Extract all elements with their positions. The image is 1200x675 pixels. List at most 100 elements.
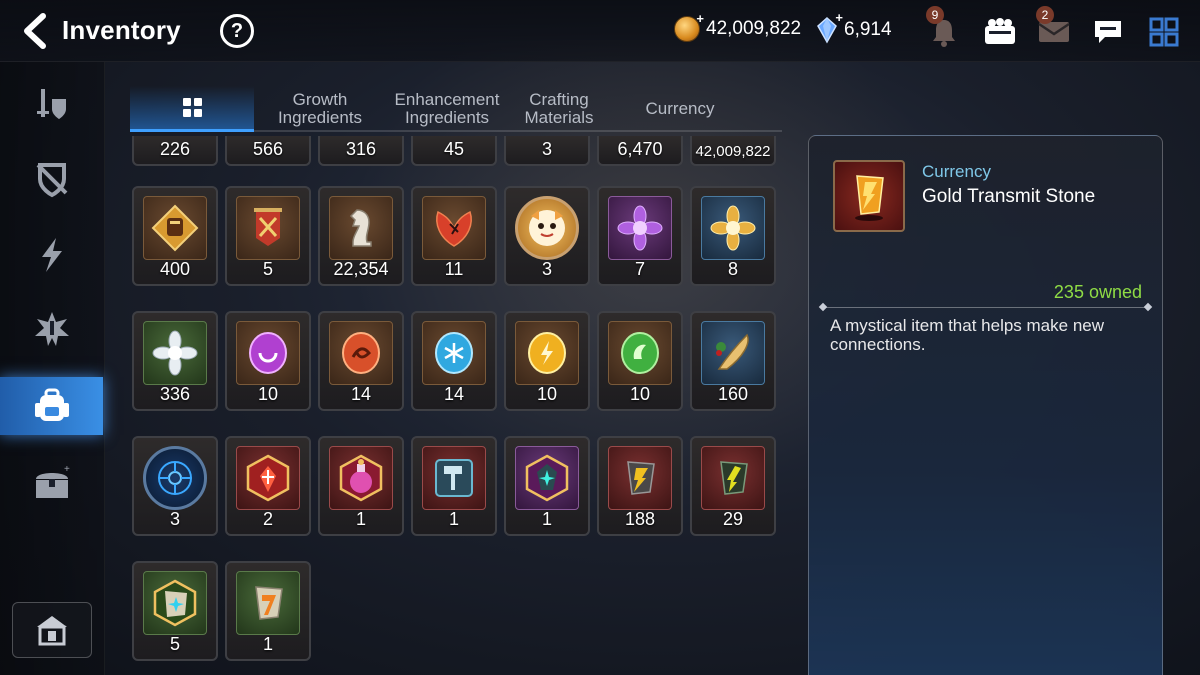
blue-circuit-icon [143,446,207,510]
item-slot[interactable]: 7 [597,186,683,286]
item-slot[interactable]: 10 [504,311,590,411]
item-slot[interactable]: 3 [504,136,590,166]
item-slot[interactable]: 29 [690,436,776,536]
item-slot[interactable]: 14 [411,311,497,411]
tab-crafting-materials[interactable]: Crafting Materials [514,86,604,132]
backpack-icon [34,388,69,421]
mail-button[interactable]: 2 [1034,6,1074,52]
red-crystal-icon [236,446,300,510]
red-leaf-icon [422,196,486,260]
sidebar-item-catalyst[interactable] [0,226,103,284]
item-count: 1 [448,509,459,529]
item-slot[interactable]: 8 [690,186,776,286]
cyan-star-stone-icon [143,571,207,635]
item-slot[interactable]: 6,470 [597,136,683,166]
item-slot[interactable]: 1 [225,561,311,661]
fist-emblem-icon [143,196,207,260]
item-slot[interactable]: 400 [132,186,218,286]
detail-description: A mystical item that helps make new conn… [830,316,1105,354]
gold-currency[interactable]: + 42,009,822 [674,11,801,42]
category-sidebar: + [0,62,105,675]
item-count: 188 [624,509,656,529]
item-count: 29 [722,509,744,529]
white-flower-icon [143,321,207,385]
item-slot[interactable]: 5 [132,561,218,661]
house-storage-icon [37,616,67,646]
sidebar-item-equipment[interactable] [0,76,103,134]
item-slot[interactable]: 22,354 [318,186,404,286]
chat-button[interactable] [1088,12,1128,52]
item-count: 400 [159,259,191,279]
back-button[interactable] [18,12,52,50]
artifact-icon [36,163,67,198]
crystal-amount: 6,914 [844,19,892,40]
tab-enhancement-ingredients[interactable]: Enhancement Ingredients [382,86,512,132]
crystal-icon: + [816,10,843,44]
team-button[interactable] [980,12,1020,52]
item-count: 3 [541,259,552,279]
item-count: 14 [443,384,465,404]
item-slot[interactable]: 3 [132,436,218,536]
sidebar-item-exclusive[interactable] [0,300,103,358]
svg-text:+: + [64,464,70,475]
sidebar-item-artifact[interactable] [0,150,103,208]
item-slot[interactable]: 10 [225,311,311,411]
item-count: 5 [169,634,180,654]
menu-button[interactable] [1144,12,1184,52]
item-count: 3 [169,509,180,529]
chibi-mascot-icon [515,196,579,260]
item-slot[interactable]: 226 [132,136,218,166]
item-slot[interactable]: 188 [597,436,683,536]
item-slot[interactable]: 11 [411,186,497,286]
storage-button[interactable] [12,602,92,658]
item-count: 42,009,822 [695,143,771,160]
item-count: 336 [159,384,191,404]
item-grid: 226 566 316 45 3 6,470 42,009,822 400 5 … [130,136,790,675]
item-slot[interactable]: 336 [132,311,218,411]
item-slot[interactable]: 1 [318,436,404,536]
item-count: 22,354 [333,259,389,279]
item-count: 2 [262,509,273,529]
gold-flower-icon [701,196,765,260]
item-slot[interactable]: 2 [225,436,311,536]
item-count: 3 [541,139,552,159]
help-button[interactable]: ? [220,14,254,48]
grid-menu-icon [1149,17,1179,47]
item-slot[interactable]: 1 [411,436,497,536]
lightning-icon [41,238,62,272]
item-slot[interactable]: 14 [318,311,404,411]
equipment-icon [36,89,66,119]
item-slot[interactable]: 1 [504,436,590,536]
tab-currency[interactable]: Currency [620,86,740,132]
item-count: 10 [629,384,651,404]
item-count: 566 [252,139,284,159]
item-count: 10 [257,384,279,404]
gold-transmit-stone-icon [608,446,672,510]
yellow-rune-icon [515,321,579,385]
top-bar: Inventory ? + 42,009,822 + 6,914 9 2 [0,0,1200,62]
detail-owned-count: 235 owned [1053,282,1142,302]
crystal-currency[interactable]: + 6,914 [816,10,892,44]
item-slot[interactable]: 10 [597,311,683,411]
chess-knight-icon [329,196,393,260]
item-slot[interactable]: 42,009,822 [690,136,776,166]
item-slot[interactable]: 45 [411,136,497,166]
green-transmit-stone-icon [701,446,765,510]
item-count: 5 [262,259,273,279]
item-slot[interactable]: 160 [690,311,776,411]
gold-transmit-stone-icon [833,160,905,232]
item-count: 45 [443,139,465,159]
item-slot[interactable]: 566 [225,136,311,166]
item-slot[interactable]: 316 [318,136,404,166]
fish-herb-icon [701,321,765,385]
page-title: Inventory [62,15,181,45]
notifications-button[interactable]: 9 [924,6,964,52]
green-rune-icon [608,321,672,385]
tab-growth-ingredients[interactable]: Growth Ingredients [260,86,380,132]
sidebar-item-chests[interactable]: + [0,454,103,512]
item-slot[interactable]: 5 [225,186,311,286]
item-slot[interactable]: 3 [504,186,590,286]
teal-star-stone-icon [515,446,579,510]
tab-all[interactable] [130,86,254,132]
sidebar-item-inventory[interactable] [0,377,103,435]
